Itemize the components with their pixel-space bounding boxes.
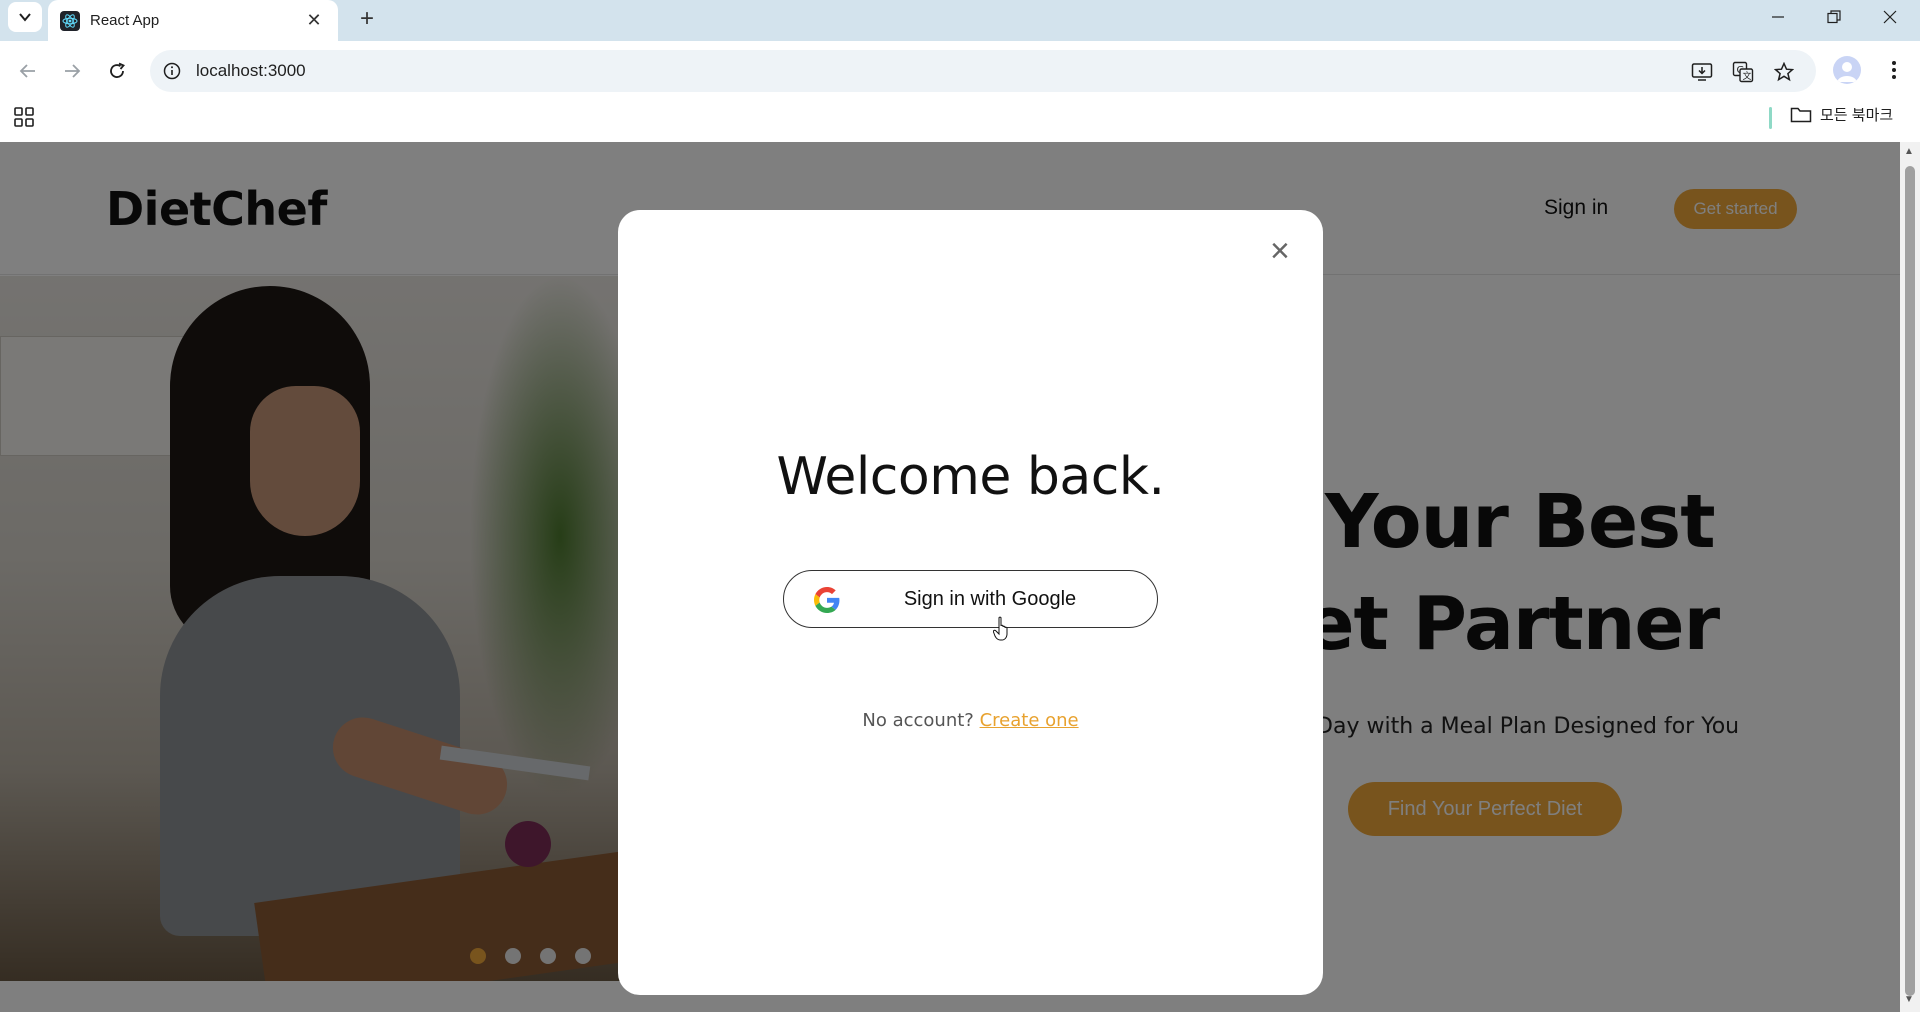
scroll-up-icon[interactable]: ▲ (1904, 146, 1914, 157)
address-bar[interactable]: localhost:3000 G文 (150, 50, 1816, 92)
bookmark-bar-separator (1769, 107, 1772, 129)
scroll-down-icon[interactable]: ▼ (1904, 994, 1914, 1005)
no-account-text: No account? (862, 710, 974, 731)
tab-close-icon[interactable]: ✕ (302, 8, 326, 32)
apps-grid-icon[interactable] (12, 105, 36, 129)
tab-search-button[interactable] (8, 2, 42, 32)
browser-tab-active[interactable]: React App ✕ (48, 0, 338, 41)
site-info-icon[interactable] (160, 59, 184, 83)
window-close-icon[interactable] (1862, 0, 1918, 33)
all-bookmarks-label: 모든 북마크 (1820, 107, 1894, 124)
react-favicon-icon (60, 10, 80, 31)
modal-close-icon[interactable]: × (1270, 234, 1290, 268)
minimize-icon[interactable] (1750, 0, 1806, 33)
scroll-thumb[interactable] (1905, 166, 1915, 996)
page-scrollbar[interactable]: ▲ ▼ (1900, 142, 1920, 1012)
back-arrow-icon[interactable] (10, 53, 46, 89)
create-account-link[interactable]: Create one (980, 710, 1079, 731)
hand-cursor-icon (993, 616, 1008, 641)
modal-title: Welcome back. (776, 447, 1166, 507)
signin-modal: × Welcome back. Sign in with Google No a… (618, 210, 1323, 995)
new-tab-icon[interactable]: + (352, 4, 382, 34)
svg-text:文: 文 (1743, 70, 1752, 82)
profile-avatar-icon[interactable] (1833, 56, 1861, 84)
browser-tabstrip: React App ✕ + (0, 0, 1920, 41)
translate-icon[interactable]: G文 (1730, 59, 1756, 85)
folder-icon (1790, 107, 1812, 122)
tab-title: React App (90, 12, 160, 29)
forward-arrow-icon[interactable] (54, 53, 90, 89)
reload-icon[interactable] (99, 53, 135, 89)
install-app-icon[interactable] (1689, 59, 1715, 85)
google-signin-label: Sign in with Google (903, 588, 1077, 610)
no-account-line: No account? Create one (618, 710, 1323, 731)
bookmark-star-icon[interactable] (1771, 59, 1797, 85)
restore-icon[interactable] (1806, 0, 1862, 33)
url-text: localhost:3000 (196, 61, 306, 80)
browser-menu-icon[interactable] (1880, 56, 1908, 84)
google-signin-button[interactable]: Sign in with Google (783, 570, 1158, 628)
all-bookmarks-folder[interactable]: 모든 북마크 (1790, 104, 1893, 125)
browser-toolbar: localhost:3000 G文 모든 북마크 (0, 41, 1920, 141)
chevron-down-icon (19, 13, 31, 22)
